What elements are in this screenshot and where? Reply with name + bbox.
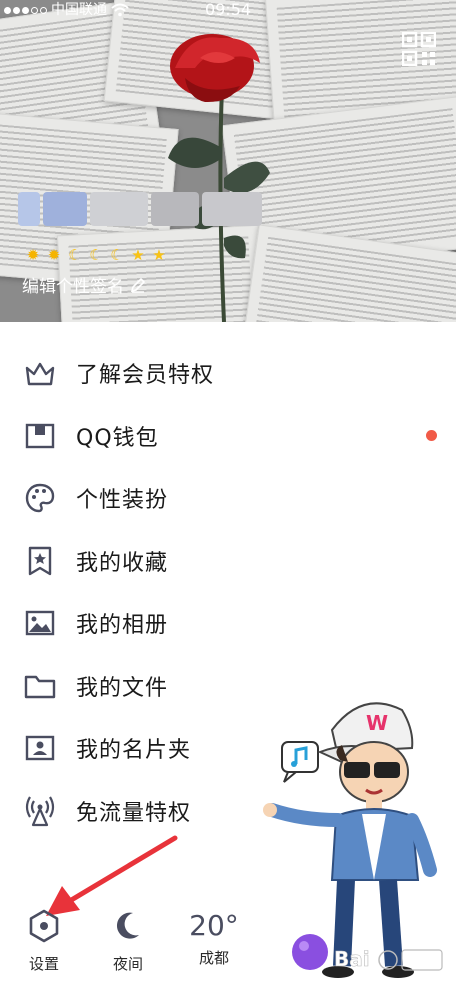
night-mode-button[interactable]: 夜间 <box>106 905 150 974</box>
star-icon: ★ <box>131 246 145 264</box>
svg-text:W: W <box>366 711 388 735</box>
sun-icon: ✹ <box>47 246 61 264</box>
star-icon: ★ <box>152 246 166 264</box>
status-bar: 中国联通 09:54 <box>0 0 456 20</box>
weather-button[interactable]: 20° 成都 <box>186 905 242 968</box>
picture-icon <box>24 607 56 639</box>
svg-text:Bai: Bai <box>334 947 370 971</box>
settings-button[interactable]: 设置 <box>22 905 66 974</box>
menu-label: 我的名片夹 <box>76 738 192 764</box>
folder-icon <box>24 670 56 702</box>
status-time: 09:54 <box>204 0 252 19</box>
baidu-watermark-logo: Bai <box>334 947 443 971</box>
profile-header[interactable]: 中国联通 09:54 ✹ ✹ ☾ ☾ ☾ ★ ★ 编辑个性签名 <box>0 0 456 322</box>
menu-item-album[interactable]: 我的相册 <box>0 592 456 655</box>
bookmark-star-icon <box>24 545 56 577</box>
level-icons[interactable]: ✹ ✹ ☾ ☾ ☾ ★ ★ <box>24 246 168 264</box>
qr-code-icon[interactable] <box>402 32 436 66</box>
menu-label: 个性装扮 <box>76 488 169 514</box>
menu-label: 免流量特权 <box>76 800 192 826</box>
moon-icon: ☾ <box>110 246 124 264</box>
menu-label: QQ钱包 <box>76 425 159 451</box>
crown-icon <box>24 357 56 389</box>
signature-label: 编辑个性签名 <box>22 277 124 297</box>
rose-image <box>168 34 270 322</box>
moon-icon: ☾ <box>68 246 82 264</box>
palette-icon <box>24 482 56 514</box>
wallet-icon <box>24 420 56 452</box>
city-label: 成都 <box>198 949 229 967</box>
menu-label: 我的相册 <box>76 613 169 639</box>
menu-item-wallet[interactable]: QQ钱包 <box>0 405 456 468</box>
bottom-bar: 设置 夜间 20° 成都 <box>0 905 300 975</box>
settings-label: 设置 <box>28 955 59 973</box>
notification-badge <box>426 430 437 442</box>
signal-tower-icon <box>24 795 56 827</box>
moon-icon <box>116 912 139 939</box>
menu-item-vip[interactable]: 了解会员特权 <box>0 342 456 405</box>
settings-hexagon-icon <box>29 909 59 943</box>
pencil-icon <box>130 277 146 293</box>
night-label: 夜间 <box>112 955 143 973</box>
menu-label: 我的收藏 <box>76 550 169 576</box>
menu-label: 我的文件 <box>76 675 169 701</box>
nickname-blurred[interactable] <box>18 186 268 236</box>
temperature-value: 20° <box>189 909 239 942</box>
edit-signature[interactable]: 编辑个性签名 <box>22 272 146 297</box>
contact-card-icon <box>24 732 56 764</box>
menu-label: 了解会员特权 <box>76 363 215 389</box>
moon-icon: ☾ <box>89 246 103 264</box>
sun-icon: ✹ <box>26 246 40 264</box>
menu-item-favorites[interactable]: 我的收藏 <box>0 530 456 593</box>
menu-item-theme[interactable]: 个性装扮 <box>0 467 456 530</box>
